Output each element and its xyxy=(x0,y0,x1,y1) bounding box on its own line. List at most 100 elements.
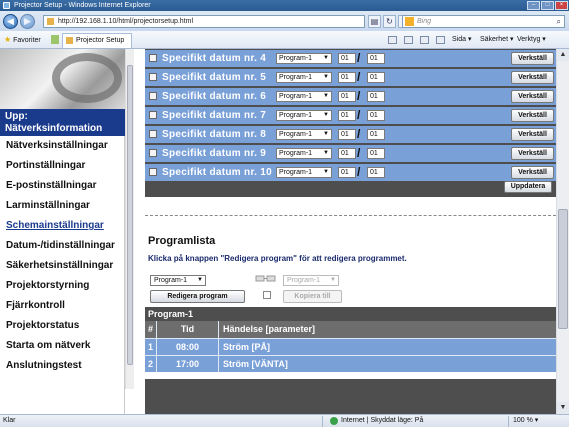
update-button[interactable]: Uppdatera xyxy=(504,181,552,193)
day-input[interactable]: 01 xyxy=(367,167,385,178)
copy-target-select[interactable]: Program-1 ▼ xyxy=(283,275,339,286)
sidebar-scrollbar[interactable] xyxy=(125,49,134,389)
address-url: http://192.168.1.10/html/projectorsetup.… xyxy=(58,18,194,25)
sidebar-item[interactable]: Datum-/tidinställningar xyxy=(0,236,123,256)
feeds-icon[interactable] xyxy=(404,36,413,44)
program-table: Program-1 # Tid Händelse [parameter] 1 08… xyxy=(145,307,556,372)
sidebar-item[interactable]: Schemainställningar xyxy=(0,216,123,236)
sidebar-up-link[interactable]: Upp: Nätverksinformation xyxy=(0,109,125,136)
sidebar-item[interactable]: Projektorstatus xyxy=(0,316,123,336)
month-input[interactable]: 01 xyxy=(338,91,356,102)
date-checkbox[interactable] xyxy=(149,73,157,81)
mail-icon[interactable] xyxy=(420,36,429,44)
apply-button[interactable]: Verkställ xyxy=(511,147,554,160)
month-input[interactable]: 01 xyxy=(338,167,356,178)
program-list-hint: Klicka på knappen "Redigera program" för… xyxy=(148,254,407,263)
program-select[interactable]: Program-1 ▼ xyxy=(276,53,332,64)
date-checkbox[interactable] xyxy=(149,149,157,157)
month-input[interactable]: 01 xyxy=(338,129,356,140)
day-input[interactable]: 01 xyxy=(367,91,385,102)
search-input[interactable]: Bing ⌕ xyxy=(402,15,565,28)
maximize-button[interactable]: □ xyxy=(541,1,554,10)
date-label: Specifikt datum nr. 10 xyxy=(162,167,272,178)
sidebar-item[interactable]: Anslutningstest xyxy=(0,356,123,376)
scroll-thumb[interactable] xyxy=(558,209,568,329)
month-input[interactable]: 01 xyxy=(338,110,356,121)
safety-menu[interactable]: Säkerhet ▾ xyxy=(480,34,514,46)
program-select[interactable]: Program-1 ▼ xyxy=(276,91,332,102)
apply-button[interactable]: Verkställ xyxy=(511,109,554,122)
copy-checkbox[interactable] xyxy=(263,291,271,299)
close-button[interactable]: × xyxy=(555,1,568,10)
sidebar-item[interactable]: E-postinställningar xyxy=(0,176,123,196)
program-select[interactable]: Program-1 ▼ xyxy=(276,129,332,140)
apply-button[interactable]: Verkställ xyxy=(511,128,554,141)
favorites-button[interactable]: ★ Favoriter xyxy=(4,34,41,47)
tab-title: Projector Setup xyxy=(76,37,125,44)
minimize-button[interactable]: – xyxy=(527,1,540,10)
date-checkbox[interactable] xyxy=(149,168,157,176)
address-input[interactable]: http://192.168.1.10/html/projectorsetup.… xyxy=(43,15,365,28)
day-input[interactable]: 01 xyxy=(367,148,385,159)
compat-view-icon[interactable]: ▤ xyxy=(368,15,381,28)
program-select[interactable]: Program-1 ▼ xyxy=(150,275,206,286)
search-icon[interactable]: ⌕ xyxy=(557,16,561,27)
day-input[interactable]: 01 xyxy=(367,129,385,140)
specific-date-panel: Uppdatera Specifikt datum nr. 4 Program-1… xyxy=(145,49,556,197)
sidebar-item[interactable]: Säkerhetsinställningar xyxy=(0,256,123,276)
refresh-icon[interactable]: ↻ xyxy=(383,15,396,28)
sidebar-item[interactable]: Starta om nätverk xyxy=(0,336,123,356)
browser-tab[interactable]: Projector Setup xyxy=(62,33,132,48)
sidebar-item[interactable]: Projektorstyrning xyxy=(0,276,123,296)
home-icon[interactable] xyxy=(388,36,397,44)
program-select[interactable]: Program-1 ▼ xyxy=(276,110,332,121)
section-divider xyxy=(145,215,556,216)
day-input[interactable]: 01 xyxy=(367,53,385,64)
date-checkbox[interactable] xyxy=(149,54,157,62)
window-title: Projector Setup - Windows Internet Explo… xyxy=(14,2,151,9)
add-favorite-icon[interactable] xyxy=(51,35,59,44)
window-controls: – □ × xyxy=(527,1,568,10)
print-icon[interactable] xyxy=(436,36,445,44)
security-zone[interactable]: Internet | Skyddat läge: På xyxy=(330,415,423,427)
scroll-up-icon[interactable]: ▲ xyxy=(557,49,569,61)
day-input[interactable]: 01 xyxy=(367,72,385,83)
program-select[interactable]: Program-1 ▼ xyxy=(276,167,332,178)
day-input[interactable]: 01 xyxy=(367,110,385,121)
program-select-value: Program-1 xyxy=(279,131,313,138)
page-menu[interactable]: Sida ▾ xyxy=(452,34,471,46)
date-checkbox[interactable] xyxy=(149,111,157,119)
apply-button[interactable]: Verkställ xyxy=(511,52,554,65)
projector-photo xyxy=(0,49,125,109)
back-button[interactable]: ◀ xyxy=(3,14,18,29)
program-select[interactable]: Program-1 ▼ xyxy=(276,148,332,159)
apply-button[interactable]: Verkställ xyxy=(511,71,554,84)
tools-menu[interactable]: Verktyg ▾ xyxy=(517,34,546,46)
apply-button[interactable]: Verkställ xyxy=(511,166,554,179)
date-label: Specifikt datum nr. 8 xyxy=(162,129,267,140)
edit-program-button[interactable]: Redigera program xyxy=(150,290,245,303)
sidebar-item[interactable]: Portinställningar xyxy=(0,156,123,176)
sidebar-item[interactable]: Fjärrkontroll xyxy=(0,296,123,316)
scroll-down-icon[interactable]: ▼ xyxy=(557,402,569,414)
star-icon: ★ xyxy=(4,35,12,44)
sidebar-menu: Nätverksinställningar Portinställningar E-… xyxy=(0,136,123,376)
program-select[interactable]: Program-1 ▼ xyxy=(276,72,332,83)
month-input[interactable]: 01 xyxy=(338,53,356,64)
program-table-header: # Tid Händelse [parameter] xyxy=(145,321,556,338)
date-separator: / xyxy=(357,127,361,141)
apply-button[interactable]: Verkställ xyxy=(511,90,554,103)
date-checkbox[interactable] xyxy=(149,92,157,100)
forward-button[interactable]: ▶ xyxy=(20,14,35,29)
copy-to-button[interactable]: Kopiera till xyxy=(283,290,342,303)
row-time: 17:00 xyxy=(157,356,219,372)
main-content: Uppdatera Specifikt datum nr. 4 Program-1… xyxy=(145,49,556,414)
date-checkbox[interactable] xyxy=(149,130,157,138)
sidebar-item[interactable]: Nätverksinställningar xyxy=(0,136,123,156)
page-scrollbar[interactable]: ▲ ▼ xyxy=(556,49,569,414)
ie-app-icon xyxy=(3,2,10,9)
sidebar-item[interactable]: Larminställningar xyxy=(0,196,123,216)
zoom-level[interactable]: 100 % ▾ xyxy=(513,415,538,427)
month-input[interactable]: 01 xyxy=(338,72,356,83)
month-input[interactable]: 01 xyxy=(338,148,356,159)
